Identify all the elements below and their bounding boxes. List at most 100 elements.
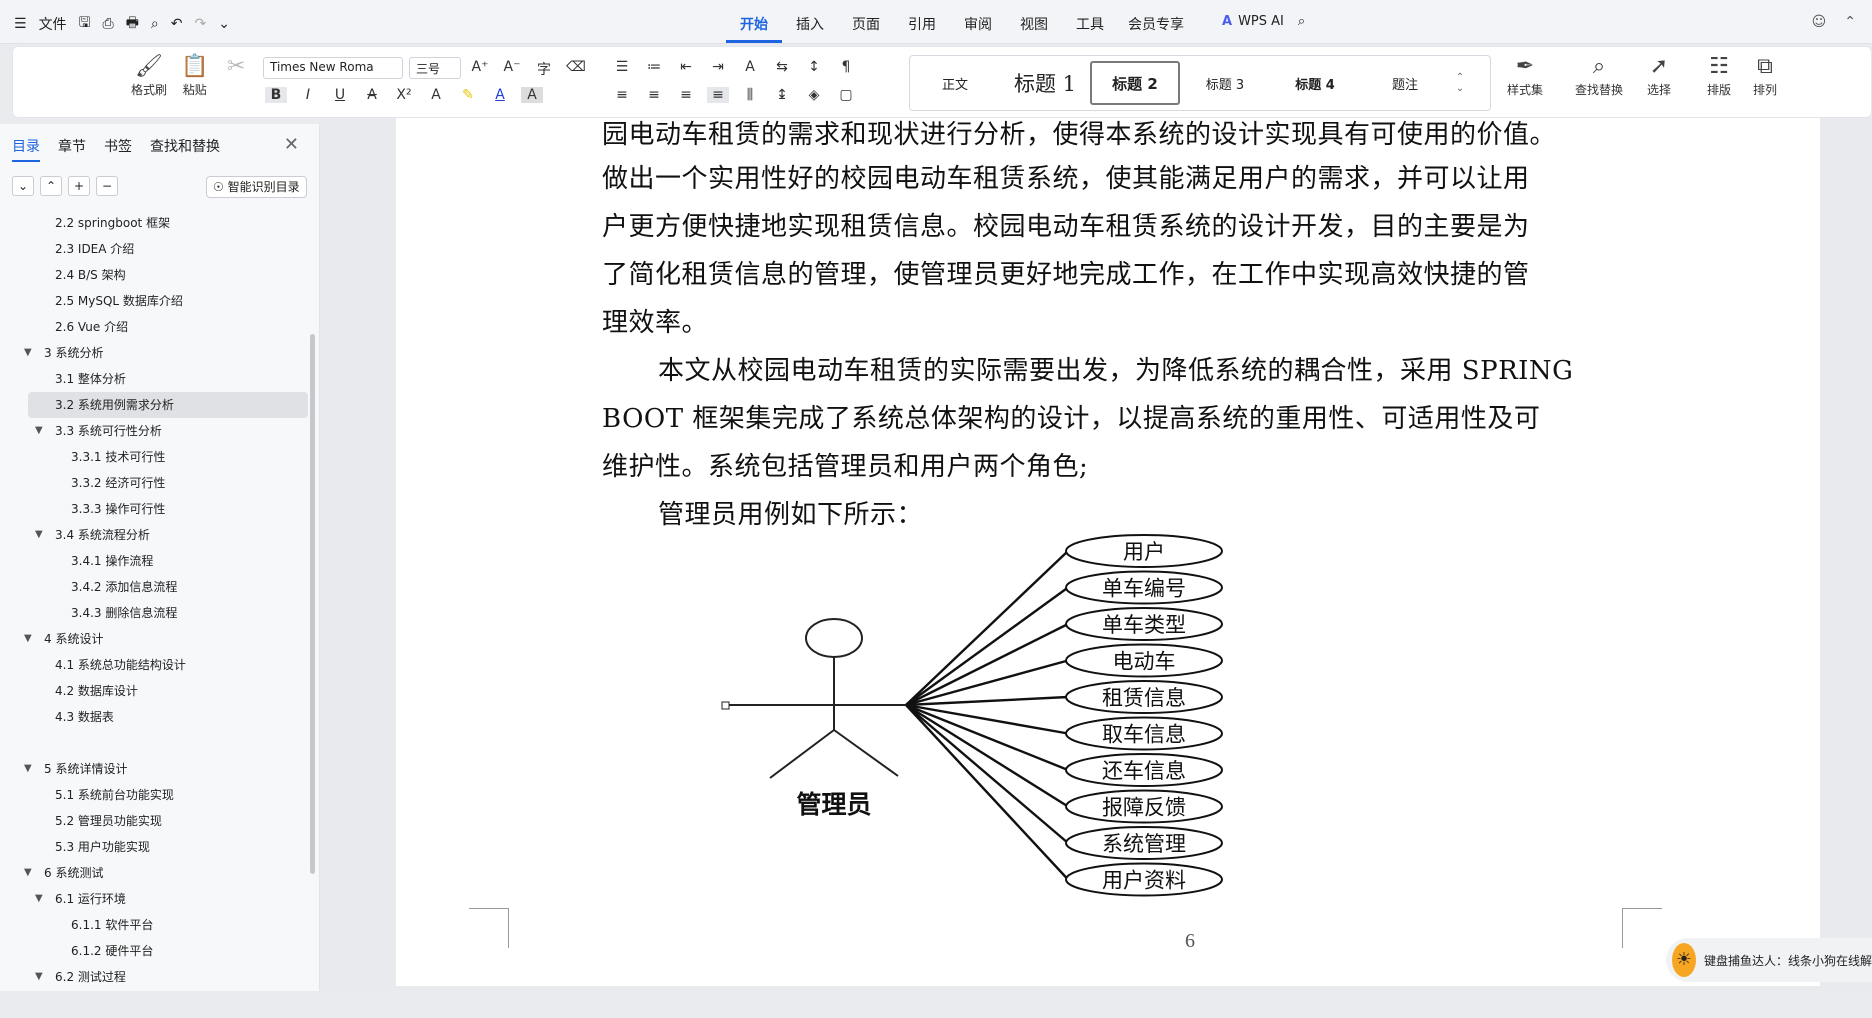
toc-item[interactable]: 6.1.2 硬件平台: [0, 938, 310, 964]
save-icon[interactable]: 🖫: [79, 12, 91, 36]
expand-arrow-icon[interactable]: ▼: [35, 418, 43, 444]
align-left-icon[interactable]: ≡: [611, 87, 633, 103]
toc-item[interactable]: ▼ 6 系统测试: [0, 860, 310, 886]
toc-item[interactable]: 3.4.2 添加信息流程: [0, 574, 310, 600]
line-spacing-icon[interactable]: ↨: [771, 87, 793, 103]
numbered-list-icon[interactable]: ≔: [643, 59, 665, 75]
phonetic-icon[interactable]: 字: [533, 59, 555, 79]
shrink-font-icon[interactable]: A⁻: [501, 59, 523, 79]
style-normal[interactable]: 正文: [910, 61, 1000, 105]
document-page[interactable]: 园电动车租赁的需求和现状进行分析，使得本系统的设计实现具有可使用的价值。 做出一…: [396, 118, 1820, 986]
chevron-up-icon[interactable]: ⌃: [40, 176, 62, 196]
superscript-icon[interactable]: X²: [393, 87, 415, 103]
minus-icon[interactable]: −: [96, 176, 118, 196]
style-heading-2[interactable]: 标题 2: [1090, 61, 1180, 105]
toc-item[interactable]: ▼ 3.3 系统可行性分析: [0, 418, 310, 444]
wps-ai-button[interactable]: A WPS AI ⌕: [1222, 14, 1305, 29]
chevron-down-icon[interactable]: ⌄: [12, 176, 34, 196]
expand-arrow-icon[interactable]: ▼: [24, 340, 32, 366]
expand-arrow-icon[interactable]: ▼: [24, 756, 32, 782]
format-brush-button[interactable]: 🖌 格式刷: [131, 53, 167, 98]
collapse-ribbon-icon[interactable]: ⌃: [1844, 14, 1856, 30]
toc-item[interactable]: 3.4.3 删除信息流程: [0, 600, 310, 626]
customize-chevron-icon[interactable]: ⌄: [218, 16, 230, 32]
toc-item[interactable]: 5.3 用户功能实现: [0, 834, 310, 860]
layout-button[interactable]: ☷ 排版: [1707, 53, 1731, 98]
align-center-icon[interactable]: ≡: [643, 87, 665, 103]
menu-icon[interactable]: ☰: [14, 16, 27, 32]
style-set-button[interactable]: ✒ 样式集: [1507, 53, 1543, 98]
toc-item[interactable]: ▼ 3.4 系统流程分析: [0, 522, 310, 548]
toc-item[interactable]: 3.3.1 技术可行性: [0, 444, 310, 470]
toc-item[interactable]: ▼ 4 系统设计: [0, 626, 310, 652]
toc-item[interactable]: 4.2 数据库设计: [0, 678, 310, 704]
toc-item[interactable]: ▼ 6.2 测试过程: [0, 964, 310, 990]
toc-item[interactable]: [0, 730, 310, 756]
style-caption[interactable]: 题注: [1360, 61, 1450, 105]
expand-arrow-icon[interactable]: ▼: [35, 886, 43, 912]
sort-icon[interactable]: ↕: [803, 59, 825, 75]
toc-item[interactable]: ▼ 3 系统分析: [0, 340, 310, 366]
char-shading-icon[interactable]: A: [521, 87, 543, 103]
tab-chapters[interactable]: 章节: [58, 136, 86, 162]
paste-button[interactable]: 📋 粘贴: [181, 53, 208, 98]
plus-icon[interactable]: +: [68, 176, 90, 196]
distributed-icon[interactable]: ⫼: [739, 87, 761, 103]
feedback-icon[interactable]: ☺: [1812, 14, 1827, 30]
toc-item[interactable]: 3.3.2 经济可行性: [0, 470, 310, 496]
styles-scroll-icon[interactable]: ⌃ ⌄: [1450, 72, 1470, 94]
show-marks-icon[interactable]: ¶: [835, 59, 857, 75]
tab-references[interactable]: 引用: [894, 14, 950, 43]
shading-icon[interactable]: ◈: [803, 87, 825, 103]
clear-format-icon[interactable]: ⌫: [565, 59, 587, 79]
toc-item[interactable]: ▼ 6.1 运行环境: [0, 886, 310, 912]
toc-item[interactable]: ▼ 5 系统详情设计: [0, 756, 310, 782]
tab-page[interactable]: 页面: [838, 14, 894, 43]
toc-item[interactable]: 4.1 系统总功能结构设计: [0, 652, 310, 678]
strikethrough-icon[interactable]: A: [361, 87, 383, 103]
select-button[interactable]: ➚ 选择: [1647, 53, 1671, 98]
tab-review[interactable]: 审阅: [950, 14, 1006, 43]
expand-arrow-icon[interactable]: ▼: [35, 964, 43, 990]
tab-find-replace[interactable]: 查找和替换: [150, 136, 220, 162]
toc-item[interactable]: 3.1 整体分析: [0, 366, 310, 392]
file-menu[interactable]: 文件: [39, 14, 67, 34]
notification-popup[interactable]: ☀ 键盘捕鱼达人：线条小狗在线解: [1666, 938, 1872, 982]
toc-item[interactable]: 3.4.1 操作流程: [0, 548, 310, 574]
toc-item[interactable]: 3.2 系统用例需求分析: [28, 392, 308, 418]
tab-home[interactable]: 开始: [726, 14, 782, 43]
toc-item[interactable]: 2.3 IDEA 介绍: [0, 236, 310, 262]
chinese-layout-icon[interactable]: A: [739, 59, 761, 75]
grow-font-icon[interactable]: A⁺: [469, 59, 491, 79]
text-effect-icon[interactable]: A: [425, 87, 447, 103]
toc-item[interactable]: 2.2 springboot 框架: [0, 210, 310, 236]
toc-item[interactable]: 6.1.1 软件平台: [0, 912, 310, 938]
font-color-icon[interactable]: A: [489, 87, 511, 103]
tab-member[interactable]: 会员专享: [1118, 14, 1194, 43]
expand-arrow-icon[interactable]: ▼: [24, 860, 32, 886]
tab-view[interactable]: 视图: [1006, 14, 1062, 43]
expand-arrow-icon[interactable]: ▼: [35, 522, 43, 548]
style-heading-4[interactable]: 标题 4: [1270, 61, 1360, 105]
smart-toc-button[interactable]: ☉ 智能识别目录: [206, 176, 307, 198]
expand-arrow-icon[interactable]: ▼: [24, 626, 32, 652]
arrange-button[interactable]: ⧉ 排列: [1753, 53, 1777, 98]
border-icon[interactable]: ▢: [835, 87, 857, 103]
bullet-list-icon[interactable]: ☰: [611, 59, 633, 75]
tab-tools[interactable]: 工具: [1062, 14, 1118, 43]
search-icon[interactable]: ⌕: [1298, 14, 1305, 29]
toc-item[interactable]: 5.2 管理员功能实现: [0, 808, 310, 834]
toc-item[interactable]: 4.3 数据表: [0, 704, 310, 730]
print-preview-icon[interactable]: ⌕: [151, 16, 159, 32]
find-replace-button[interactable]: ⌕ 查找替换: [1575, 53, 1623, 98]
print-icon[interactable]: 🖶: [126, 12, 139, 36]
tab-toc[interactable]: 目录: [12, 136, 40, 162]
style-heading-3[interactable]: 标题 3: [1180, 61, 1270, 105]
redo-icon[interactable]: ↷: [195, 16, 207, 32]
font-name-select[interactable]: Times New Roma: [263, 57, 403, 79]
tab-bookmarks[interactable]: 书签: [104, 136, 132, 162]
toc-item[interactable]: 5.1 系统前台功能实现: [0, 782, 310, 808]
decrease-indent-icon[interactable]: ⇤: [675, 59, 697, 75]
cut-button[interactable]: ✂: [227, 53, 245, 81]
underline-icon[interactable]: U: [329, 87, 351, 103]
